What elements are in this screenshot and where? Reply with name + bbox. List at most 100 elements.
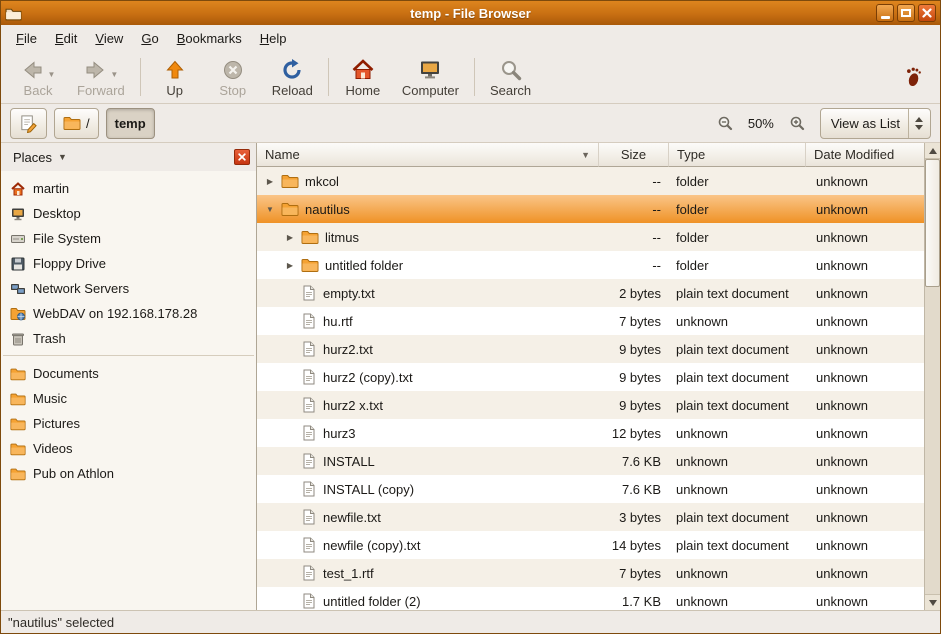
menu-file[interactable]: File — [7, 27, 46, 50]
scroll-up-button[interactable] — [925, 143, 940, 159]
menu-view[interactable]: View — [86, 27, 132, 50]
cell-size: 12 bytes — [599, 426, 669, 441]
chevron-down-icon[interactable]: ▼ — [48, 70, 56, 79]
sidebar-close-button[interactable] — [234, 149, 250, 165]
close-button[interactable] — [918, 4, 936, 22]
file-row-hu-rtf[interactable]: hu.rtf7 bytesunknownunknown — [257, 307, 924, 335]
sidebar-item-label: Pictures — [33, 416, 80, 431]
zoom-out-button[interactable] — [713, 111, 737, 135]
sidebar-item-trash[interactable]: Trash — [1, 326, 256, 351]
toolbar-label: Stop — [219, 84, 246, 98]
sidebar-item-martin[interactable]: martin — [1, 176, 256, 201]
menu-go[interactable]: Go — [132, 27, 167, 50]
vertical-scrollbar[interactable] — [924, 143, 940, 610]
sidebar-item-network-servers[interactable]: Network Servers — [1, 276, 256, 301]
cell-size: 7.6 KB — [599, 454, 669, 469]
menu-edit[interactable]: Edit — [46, 27, 86, 50]
scrollbar-thumb[interactable] — [925, 159, 940, 287]
zoom-level: 50% — [744, 116, 778, 131]
toolbar-forward-button[interactable]: ▼Forward — [67, 53, 135, 101]
column-header-date-modified[interactable]: Date Modified — [806, 143, 924, 167]
cell-size: 7.6 KB — [599, 482, 669, 497]
file-row-hurz2-txt[interactable]: hurz2.txt9 bytesplain text documentunkno… — [257, 335, 924, 363]
expander-collapsed-icon[interactable]: ▶ — [263, 177, 277, 186]
toolbar-back-button[interactable]: ▼Back — [9, 53, 67, 101]
file-row-untitled-folder[interactable]: ▶untitled folder--folderunknown — [257, 251, 924, 279]
toolbar-stop-button[interactable]: Stop — [204, 53, 262, 101]
sidebar-item-pictures[interactable]: Pictures — [1, 411, 256, 436]
cell-size: 7 bytes — [599, 566, 669, 581]
cell-size: -- — [599, 258, 669, 273]
reload-icon — [280, 58, 304, 82]
cell-modified: unknown — [806, 510, 924, 525]
view-mode-stepper[interactable] — [908, 109, 923, 138]
chevron-down-icon[interactable]: ▼ — [110, 70, 118, 79]
maximize-icon — [901, 9, 911, 17]
path-root-button[interactable]: / — [54, 108, 99, 139]
cell-type: folder — [669, 230, 806, 245]
minimize-button[interactable] — [876, 4, 894, 22]
sidebar-item-label: Music — [33, 391, 67, 406]
maximize-button[interactable] — [897, 4, 915, 22]
sidebar-header: Places ▼ — [1, 143, 256, 171]
toolbar-up-button[interactable]: Up — [146, 53, 204, 101]
file-row-test-1-rtf[interactable]: test_1.rtf7 bytesunknownunknown — [257, 559, 924, 587]
file-row-empty-txt[interactable]: empty.txt2 bytesplain text documentunkno… — [257, 279, 924, 307]
menu-help[interactable]: Help — [251, 27, 296, 50]
file-icon — [301, 369, 317, 385]
expander-expanded-icon[interactable]: ▼ — [263, 205, 277, 214]
column-label: Name — [265, 147, 300, 162]
file-row-install-copy[interactable]: INSTALL (copy)7.6 KBunknownunknown — [257, 475, 924, 503]
file-icon — [301, 565, 317, 581]
network-icon — [10, 281, 26, 297]
menu-bookmarks[interactable]: Bookmarks — [168, 27, 251, 50]
file-row-litmus[interactable]: ▶litmus--folderunknown — [257, 223, 924, 251]
sidebar-item-file-system[interactable]: File System — [1, 226, 256, 251]
sidebar-item-webdav-on-192-168-178-28[interactable]: WebDAV on 192.168.178.28 — [1, 301, 256, 326]
toolbar-computer-button[interactable]: Computer — [392, 53, 469, 101]
sidebar-item-floppy-drive[interactable]: Floppy Drive — [1, 251, 256, 276]
sidebar-item-pub-on-athlon[interactable]: Pub on Athlon — [1, 461, 256, 486]
file-icon — [301, 425, 317, 441]
sidebar-item-music[interactable]: Music — [1, 386, 256, 411]
toolbar-reload-button[interactable]: Reload — [262, 53, 323, 101]
path-current-button[interactable]: temp — [106, 108, 155, 139]
edit-location-button[interactable] — [10, 108, 47, 139]
toolbar-home-button[interactable]: Home — [334, 53, 392, 101]
cell-size: 2 bytes — [599, 286, 669, 301]
sidebar-item-videos[interactable]: Videos — [1, 436, 256, 461]
sidebar-item-label: Floppy Drive — [33, 256, 106, 271]
column-header-type[interactable]: Type — [669, 143, 806, 167]
file-row-hurz2-copy-txt[interactable]: hurz2 (copy).txt9 bytesplain text docume… — [257, 363, 924, 391]
file-row-hurz3[interactable]: hurz312 bytesunknownunknown — [257, 419, 924, 447]
file-row-install[interactable]: INSTALL7.6 KBunknownunknown — [257, 447, 924, 475]
zoom-in-button[interactable] — [785, 111, 809, 135]
cell-size: -- — [599, 202, 669, 217]
file-row-newfile-copy-txt[interactable]: newfile (copy).txt14 bytesplain text doc… — [257, 531, 924, 559]
file-row-untitled-folder-2[interactable]: untitled folder (2)1.7 KBunknownunknown — [257, 587, 924, 610]
scroll-down-button[interactable] — [925, 594, 940, 610]
zoom-in-icon — [789, 115, 805, 131]
minimize-icon — [881, 16, 890, 19]
list-header: Name▼SizeTypeDate Modified — [257, 143, 924, 167]
statusbar: "nautilus" selected — [1, 610, 940, 633]
column-header-size[interactable]: Size — [599, 143, 669, 167]
titlebar[interactable]: temp - File Browser — [1, 1, 940, 25]
sidebar-item-desktop[interactable]: Desktop — [1, 201, 256, 226]
cell-size: -- — [599, 230, 669, 245]
expander-collapsed-icon[interactable]: ▶ — [283, 261, 297, 270]
sidebar-item-documents[interactable]: Documents — [1, 361, 256, 386]
file-row-mkcol[interactable]: ▶mkcol--folderunknown — [257, 167, 924, 195]
scrollbar-track[interactable] — [925, 287, 940, 594]
file-row-nautilus[interactable]: ▼nautilus--folderunknown — [257, 195, 924, 223]
trash-icon — [10, 331, 26, 347]
cell-modified: unknown — [806, 594, 924, 609]
places-menu-button[interactable]: Places ▼ — [7, 147, 73, 168]
file-row-hurz2-x-txt[interactable]: hurz2 x.txt9 bytesplain text documentunk… — [257, 391, 924, 419]
file-row-newfile-txt[interactable]: newfile.txt3 bytesplain text documentunk… — [257, 503, 924, 531]
status-text: "nautilus" selected — [8, 615, 114, 630]
toolbar-search-button[interactable]: Search — [480, 53, 541, 101]
column-header-name[interactable]: Name▼ — [257, 143, 599, 167]
expander-collapsed-icon[interactable]: ▶ — [283, 233, 297, 242]
view-mode-select[interactable]: View as List — [820, 108, 931, 139]
